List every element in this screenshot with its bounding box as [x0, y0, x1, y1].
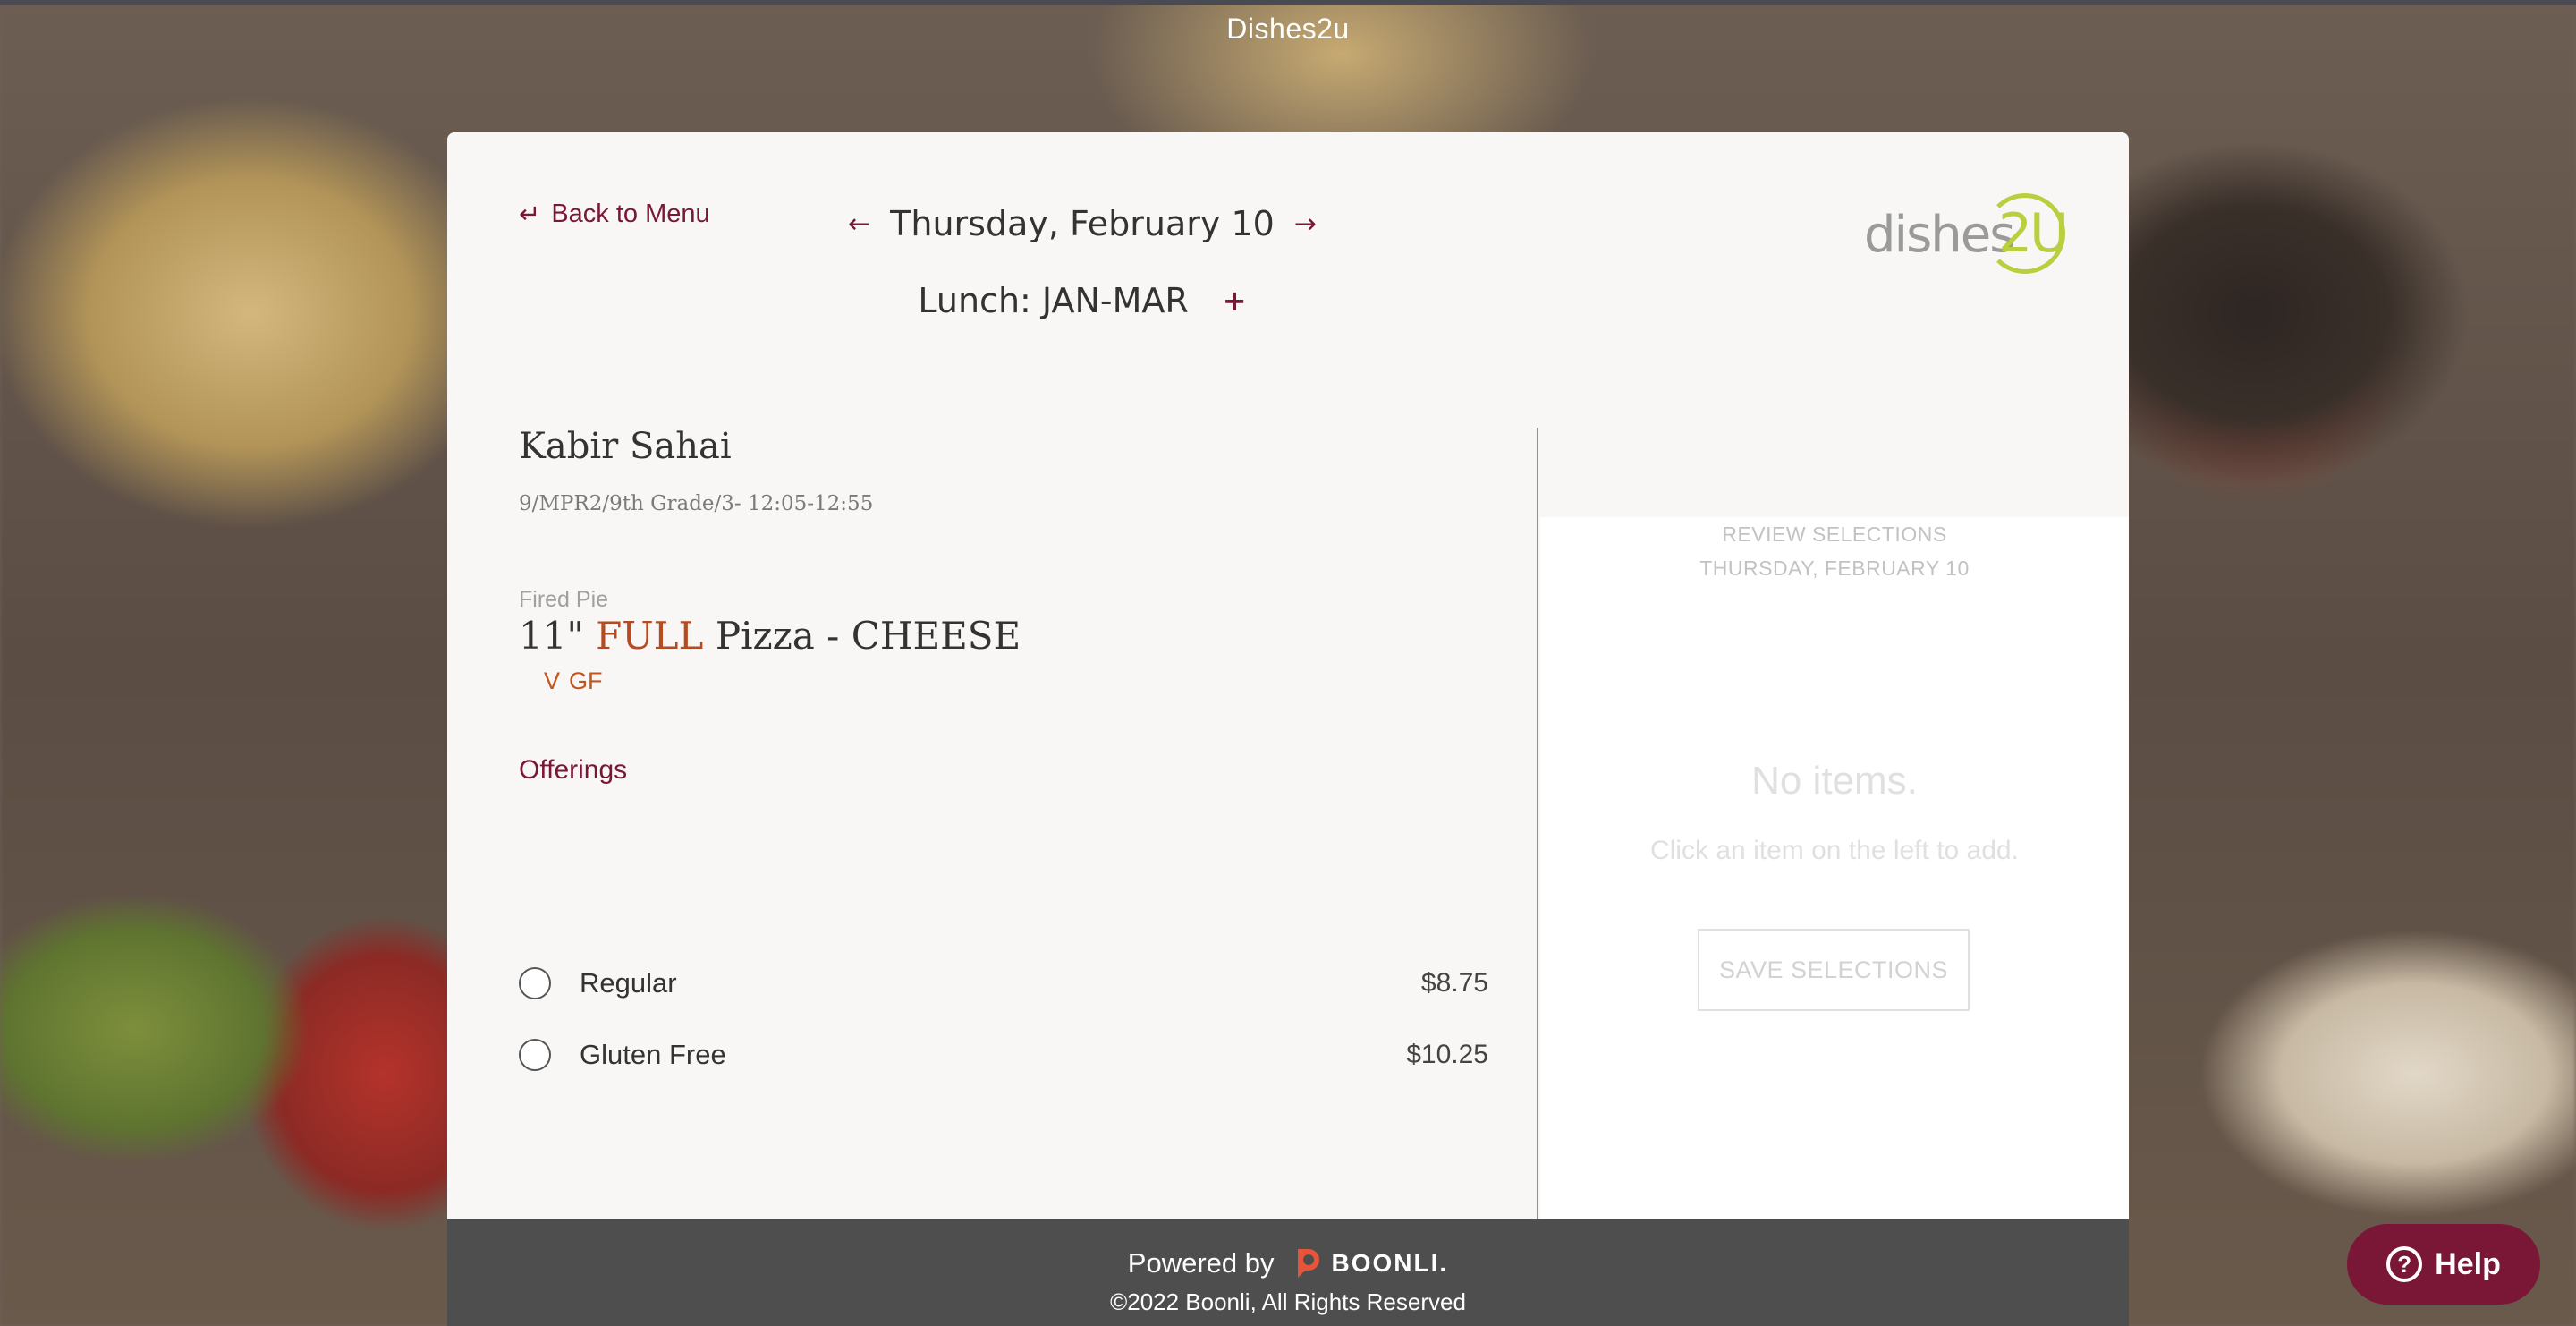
offering-label: Gluten Free — [580, 1039, 726, 1070]
radio-button[interactable] — [519, 967, 551, 999]
meal-selector: Lunch: JAN-MAR + — [447, 281, 1717, 320]
help-label: Help — [2435, 1246, 2501, 1281]
review-date: THURSDAY, FEBRUARY 10 — [1699, 557, 1970, 580]
powered-by: Powered by BOONLI. — [447, 1245, 2129, 1281]
save-selections-button[interactable]: SAVE SELECTIONS — [1698, 929, 1970, 1011]
current-date: Thursday, February 10 — [890, 204, 1275, 243]
date-navigator: ← Thursday, February 10 → — [447, 204, 1717, 243]
top-bar — [0, 0, 2576, 5]
boonli-wordmark: BOONLI. — [1331, 1249, 1449, 1277]
review-title: REVIEW SELECTIONS — [1722, 523, 1947, 546]
tag-vegetarian: V — [544, 667, 561, 694]
offering-option-gluten-free[interactable]: Gluten Free $10.25 — [519, 1033, 1488, 1077]
meal-name: Lunch: JAN-MAR — [918, 281, 1189, 320]
student-name: Kabir Sahai — [519, 426, 732, 467]
menu-card: ↵ Back to Menu ← Thursday, February 10 →… — [447, 132, 2129, 1326]
item-title: 11" FULL Pizza - CHEESE — [519, 614, 1021, 658]
footer: Powered by BOONLI. ©2022 Boonli, All Rig… — [447, 1219, 2129, 1326]
powered-by-label: Powered by — [1127, 1247, 1275, 1279]
offering-label: Regular — [580, 967, 677, 999]
item-title-highlight: FULL — [596, 614, 704, 658]
question-icon: ? — [2386, 1246, 2423, 1282]
logo-text-2u: 2U — [1998, 202, 2069, 265]
site-title: Dishes2u — [1226, 13, 1350, 45]
item-category: Fired Pie — [519, 587, 609, 612]
tag-gluten-free: GF — [569, 667, 603, 694]
copyright: ©2022 Boonli, All Rights Reserved — [1110, 1288, 1466, 1315]
item-title-prefix: 11" — [519, 614, 584, 658]
review-selections-panel: REVIEW SELECTIONS THURSDAY, FEBRUARY 10 … — [1540, 517, 2129, 1326]
student-details: 9/MPR2/9th Grade/3- 12:05-12:55 — [519, 492, 874, 515]
empty-state-hint: Click an item on the left to add. — [1650, 836, 2019, 865]
empty-state-title: No items. — [1751, 759, 1918, 803]
boonli-mark-icon — [1297, 1249, 1319, 1278]
column-divider — [1537, 428, 1538, 1326]
offerings-heading: Offerings — [519, 755, 628, 785]
review-heading: REVIEW SELECTIONS THURSDAY, FEBRUARY 10 — [1540, 517, 2129, 585]
next-day-arrow-icon[interactable]: → — [1294, 208, 1317, 240]
help-button[interactable]: ? Help — [2347, 1224, 2540, 1305]
add-meal-plus-icon[interactable]: + — [1223, 284, 1247, 318]
offering-price: $10.25 — [1406, 1040, 1488, 1069]
dietary-tags: V GF — [544, 667, 603, 695]
dishes2u-logo: dishes 2U — [1864, 190, 2069, 276]
offering-option-regular[interactable]: Regular $8.75 — [519, 961, 1488, 1006]
prev-day-arrow-icon[interactable]: ← — [848, 208, 870, 240]
boonli-logo: BOONLI. — [1292, 1245, 1449, 1281]
offering-price: $8.75 — [1420, 968, 1488, 998]
item-title-suffix: Pizza - CHEESE — [715, 614, 1021, 658]
radio-button[interactable] — [519, 1039, 551, 1071]
